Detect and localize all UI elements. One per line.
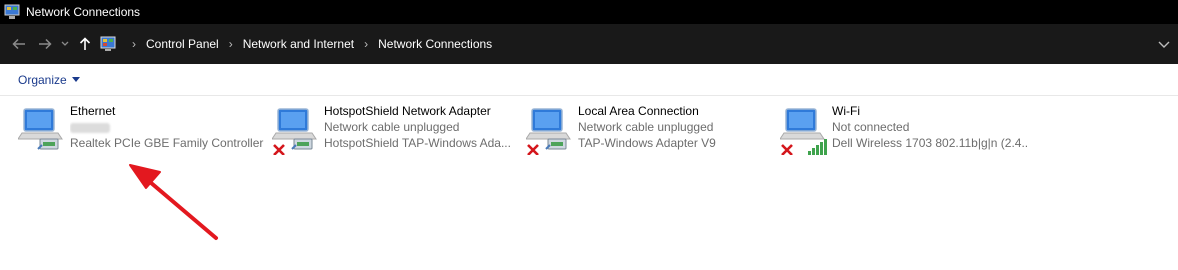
address-dropdown-icon[interactable] [1156, 36, 1172, 52]
window-title: Network Connections [26, 5, 141, 19]
connection-item-local-area[interactable]: Local Area Connection Network cable unpl… [524, 103, 774, 157]
connection-status: Network cable unplugged [578, 120, 714, 134]
chevron-down-icon [61, 41, 69, 46]
back-button[interactable] [6, 31, 32, 57]
connection-item-wifi[interactable]: Wi-Fi Not connected Dell Wireless 1703 8… [778, 103, 1028, 157]
connection-status-redacted [70, 119, 266, 135]
connection-device: HotspotShield TAP-Windows Ada... [324, 136, 511, 150]
connection-status: Not connected [832, 120, 910, 134]
wifi-adapter-icon [780, 108, 827, 155]
breadcrumb-control-panel[interactable]: Control Panel [146, 37, 219, 51]
connection-item-ethernet[interactable]: Ethernet Realtek PCIe GBE Family Control… [16, 103, 266, 157]
connections-list: Ethernet Realtek PCIe GBE Family Control… [0, 97, 1178, 270]
organize-button[interactable]: Organize [18, 73, 80, 87]
connection-device: TAP-Windows Adapter V9 [578, 136, 716, 150]
control-panel-icon [100, 36, 116, 51]
connection-name: Wi-Fi [832, 104, 860, 118]
network-connections-icon [4, 4, 20, 19]
ethernet-adapter-icon [526, 108, 571, 155]
connection-name: Ethernet [70, 104, 116, 118]
connection-name: HotspotShield Network Adapter [324, 104, 491, 118]
connection-item-hotspotshield[interactable]: HotspotShield Network Adapter Network ca… [270, 103, 520, 157]
chevron-right-icon: › [132, 37, 136, 51]
connection-device: Realtek PCIe GBE Family Controller [70, 136, 264, 150]
up-button[interactable] [72, 31, 98, 57]
forward-button[interactable] [32, 31, 58, 57]
breadcrumb-network-and-internet[interactable]: Network and Internet [243, 37, 354, 51]
address-bar: › Control Panel › Network and Internet ›… [0, 24, 1178, 64]
arrow-right-icon [39, 38, 52, 50]
title-bar: Network Connections [0, 0, 1178, 24]
recent-locations-button[interactable] [58, 31, 72, 57]
ethernet-adapter-icon [272, 108, 317, 155]
connection-status: Network cable unplugged [324, 120, 460, 134]
organize-label: Organize [18, 72, 67, 87]
redacted-text [70, 122, 110, 133]
connection-name: Local Area Connection [578, 104, 699, 118]
connection-device: Dell Wireless 1703 802.11b|g|n (2.4... [832, 136, 1028, 150]
arrow-left-icon [12, 38, 25, 50]
breadcrumb: › Control Panel › Network and Internet ›… [122, 37, 492, 51]
breadcrumb-network-connections[interactable]: Network Connections [378, 37, 492, 51]
command-bar: Organize [0, 64, 1178, 96]
ethernet-adapter-icon [18, 108, 63, 150]
chevron-right-icon: › [364, 37, 369, 51]
chevron-right-icon: › [228, 37, 233, 51]
arrow-up-icon [79, 37, 91, 50]
caret-down-icon [71, 77, 80, 82]
